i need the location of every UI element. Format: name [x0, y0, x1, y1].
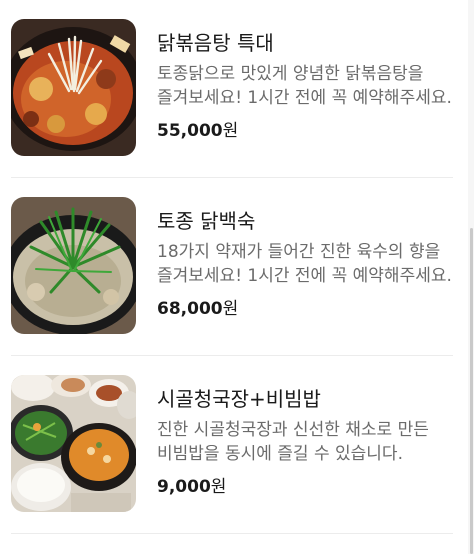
price-currency: 원 [210, 477, 227, 497]
price-amount: 55,000 [157, 121, 223, 141]
menu-item-price: 9,000원 [157, 475, 226, 499]
menu-item[interactable]: 시골청국장+비빔밥 진한 시골청국장과 신선한 채소로 만든 비빔밥을 동시에 … [0, 356, 468, 534]
menu-item-image[interactable] [11, 197, 136, 334]
price-currency: 원 [222, 121, 239, 141]
menu-item-description: 18가지 약재가 들어간 진한 육수의 향을 즐겨보세요! 1시간 전에 꼭 예… [157, 242, 452, 286]
menu-item-image[interactable] [11, 375, 136, 512]
menu-item-title: 시골청국장+비빔밥 [157, 387, 321, 411]
menu-item-price: 68,000원 [157, 297, 238, 321]
menu-item-title: 닭볶음탕 특대 [157, 31, 274, 55]
price-amount: 9,000 [157, 477, 211, 497]
item-divider [11, 533, 453, 534]
menu-item[interactable]: 닭볶음탕 특대 토종닭으로 맛있게 양념한 닭볶음탕을 즐겨보세요! 1시간 전… [0, 0, 468, 178]
scrollbar-thumb[interactable] [470, 228, 473, 554]
price-currency: 원 [222, 299, 239, 319]
menu-item-description: 토종닭으로 맛있게 양념한 닭볶음탕을 즐겨보세요! 1시간 전에 꼭 예약해주… [157, 64, 452, 108]
menu-item-title: 토종 닭백숙 [157, 209, 256, 233]
menu-list: 닭볶음탕 특대 토종닭으로 맛있게 양념한 닭볶음탕을 즐겨보세요! 1시간 전… [0, 0, 474, 554]
menu-item-description: 진한 시골청국장과 신선한 채소로 만든 비빔밥을 동시에 즐길 수 있습니다. [157, 420, 429, 464]
menu-item-price: 55,000원 [157, 119, 238, 143]
scrollbar-track[interactable] [468, 0, 474, 554]
menu-item-image[interactable] [11, 19, 136, 156]
price-amount: 68,000 [157, 299, 223, 319]
menu-item[interactable]: 토종 닭백숙 18가지 약재가 들어간 진한 육수의 향을 즐겨보세요! 1시간… [0, 178, 468, 356]
